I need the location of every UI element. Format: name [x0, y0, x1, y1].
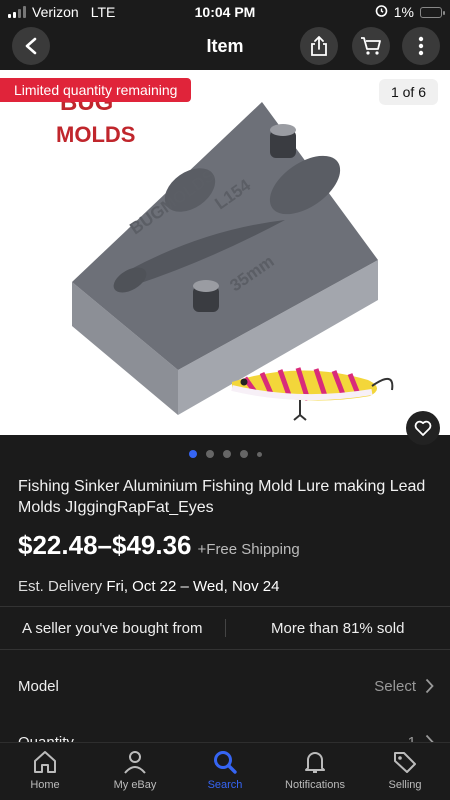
- chevron-right-icon: [425, 678, 434, 698]
- tab-selling[interactable]: Selling: [360, 743, 450, 800]
- item-price: $22.48–$49.36: [18, 530, 192, 560]
- seller-info-row: A seller you've bought from More than 81…: [0, 606, 450, 650]
- status-right: 1%: [375, 4, 445, 20]
- product-image: BUG MOLDS BUGMOLDS L154 35mm: [56, 89, 394, 421]
- tab-search[interactable]: Search: [180, 743, 270, 800]
- tab-my-ebay[interactable]: My eBay: [90, 743, 180, 800]
- price-row: $22.48–$49.36 +Free Shipping: [18, 530, 300, 561]
- shipping-text: +Free Shipping: [197, 541, 300, 558]
- tab-notifications-label: Notifications: [285, 779, 345, 791]
- more-icon: [418, 36, 424, 56]
- carousel-dot-active[interactable]: [188, 450, 197, 458]
- limited-quantity-badge: Limited quantity remaining: [0, 78, 192, 102]
- delivery-label: Est. Delivery: [18, 578, 103, 595]
- tab-search-label: Search: [207, 779, 243, 791]
- delivery-dates: Fri, Oct 22 – Wed, Nov 24: [106, 578, 280, 595]
- battery-icon: [420, 6, 445, 18]
- share-button[interactable]: [300, 27, 338, 65]
- share-icon: [311, 36, 327, 56]
- person-icon: [124, 751, 146, 774]
- carousel-dots: [0, 450, 450, 458]
- bell-icon: [305, 752, 325, 773]
- sold-percentage-text: More than 81% sold: [271, 619, 405, 637]
- tab-notifications[interactable]: Notifications: [270, 743, 360, 800]
- tab-my-ebay-label: My eBay: [113, 779, 157, 791]
- tab-selling-label: Selling: [388, 779, 422, 791]
- item-title: Fishing Sinker Aluminium Fishing Mold Lu…: [18, 478, 426, 516]
- status-bar: Verizon LTE 10:04 PM 1%: [0, 0, 450, 24]
- battery-percent: 1%: [393, 4, 414, 20]
- cart-icon: [361, 37, 381, 55]
- home-icon: [34, 751, 56, 773]
- carousel-dot[interactable]: [222, 450, 231, 458]
- nav-bar: Item: [0, 24, 450, 70]
- tab-home-label: Home: [30, 779, 60, 791]
- carousel-dot[interactable]: [205, 450, 214, 458]
- more-button[interactable]: [402, 27, 440, 65]
- model-label: Model: [18, 678, 59, 695]
- carousel-dot[interactable]: [256, 451, 262, 457]
- carousel-dot[interactable]: [239, 450, 248, 458]
- seller-history-text: A seller you've bought from: [22, 619, 203, 637]
- tab-home[interactable]: Home: [0, 743, 90, 800]
- heart-icon: [414, 420, 432, 436]
- alarm-icon: [375, 4, 388, 20]
- search-icon: [214, 751, 237, 774]
- logo-text-2: MOLDS: [56, 122, 135, 147]
- image-counter: 1 of 6: [378, 79, 438, 105]
- model-value: Select: [374, 678, 416, 695]
- cart-button[interactable]: [352, 27, 390, 65]
- model-select-row[interactable]: Model Select: [0, 666, 450, 706]
- tab-bar: Home My eBay Search Notifications Sellin…: [0, 742, 450, 800]
- tag-icon: [394, 752, 416, 773]
- product-image-carousel[interactable]: BUG MOLDS BUGMOLDS L154 35mm Limited qua…: [0, 70, 450, 435]
- watch-button[interactable]: [406, 411, 440, 445]
- estimated-delivery: Est. Delivery Fri, Oct 22 – Wed, Nov 24: [18, 578, 279, 595]
